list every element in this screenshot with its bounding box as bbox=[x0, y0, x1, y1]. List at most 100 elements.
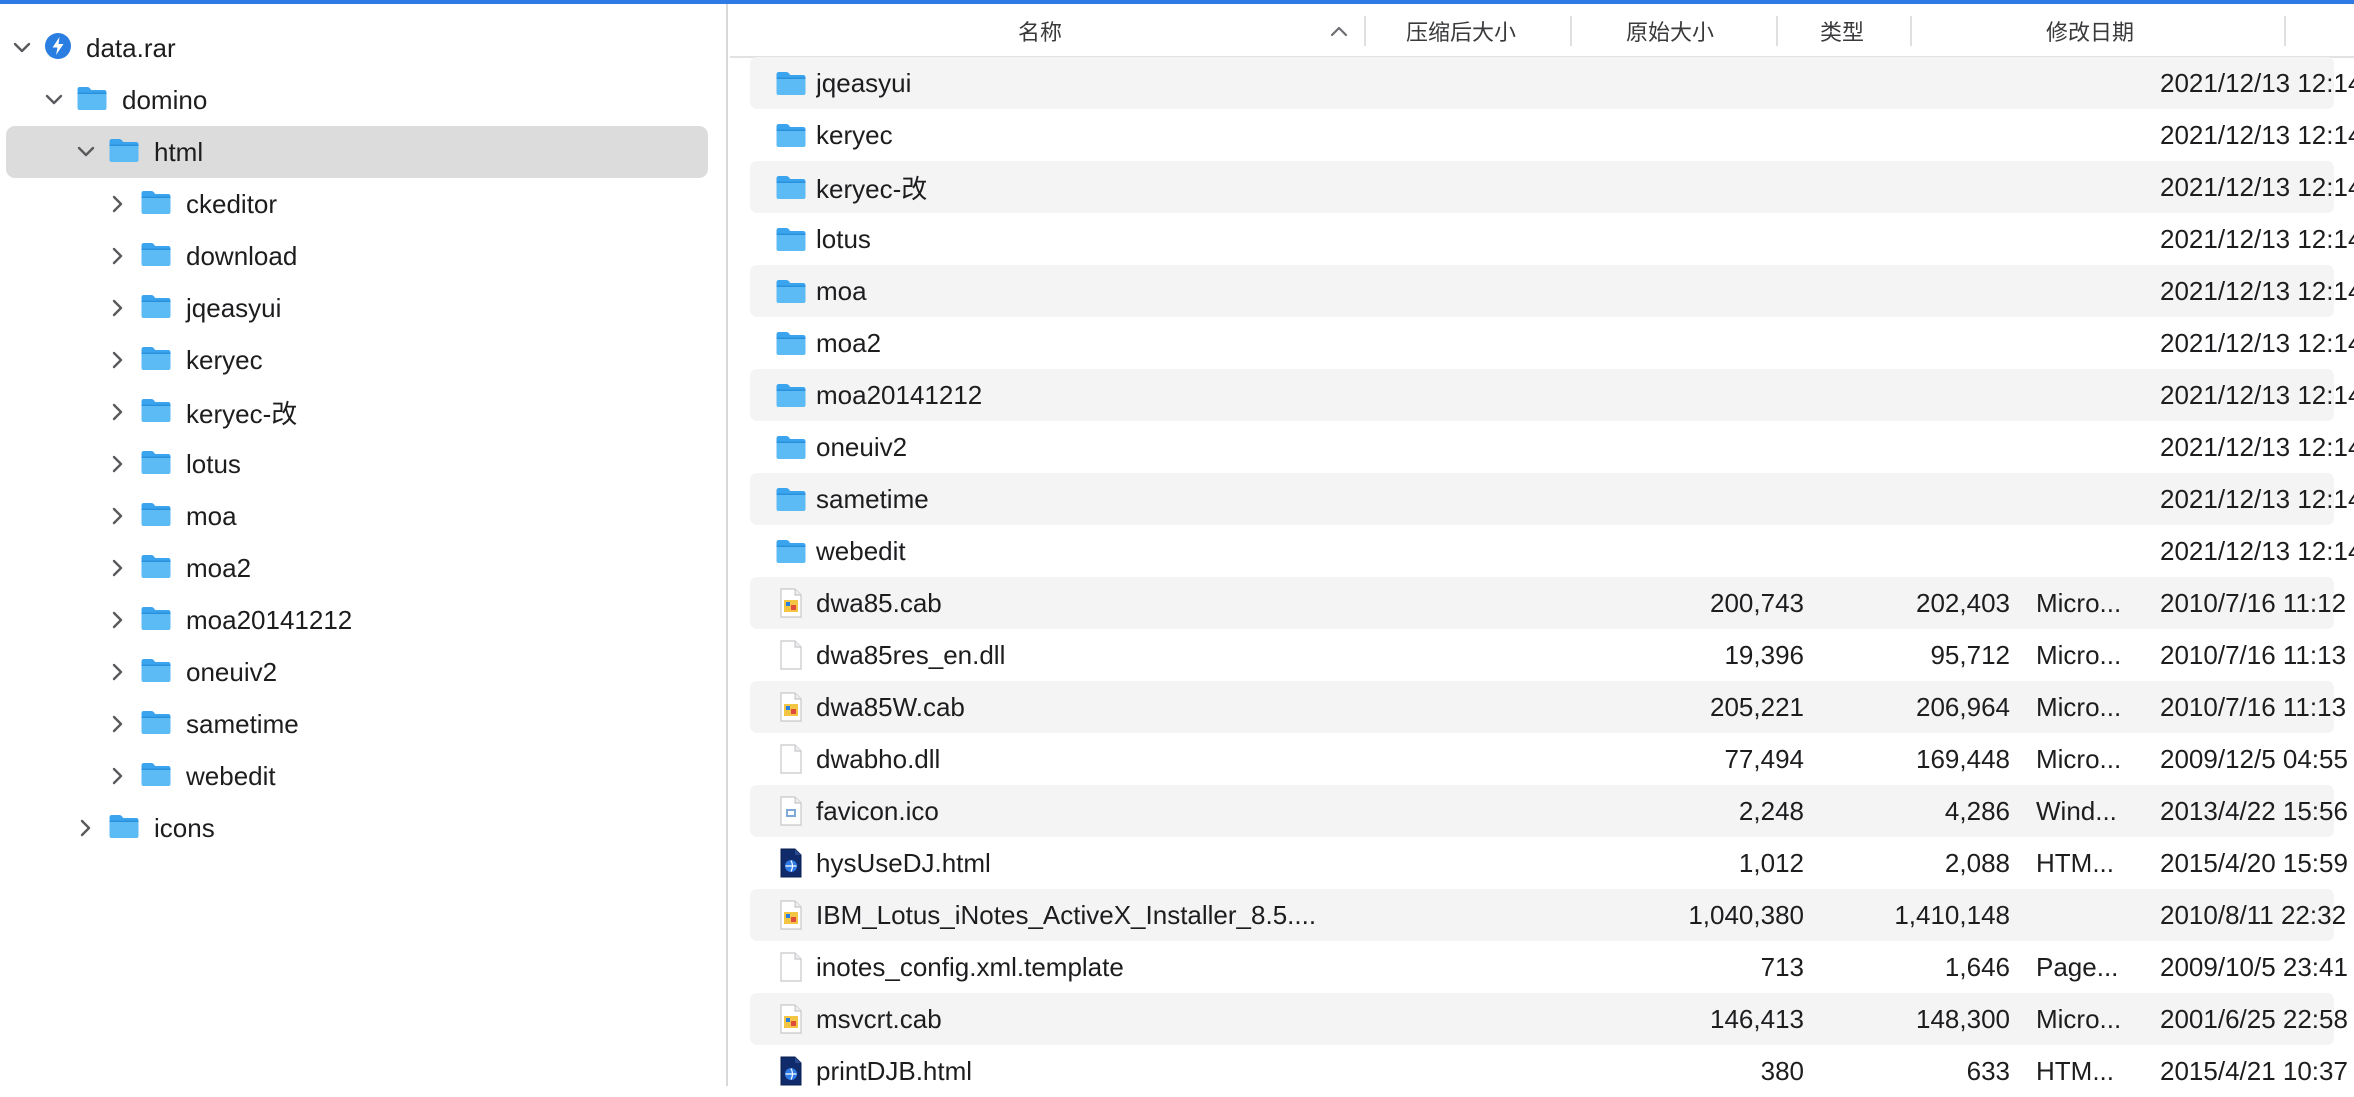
modified-date-cell: 2021/12/13 12:14 bbox=[2160, 119, 2354, 150]
sidebar-item-label: jqeasyui bbox=[186, 292, 282, 323]
folder-icon bbox=[774, 369, 808, 421]
compressed-size-cell bbox=[1510, 369, 1804, 421]
modified-date-cell: 2010/7/16 11:13 bbox=[2160, 691, 2347, 722]
table-row[interactable]: moa2 2021/12/13 12:14 bbox=[750, 317, 2354, 369]
modified-date-cell: 2015/4/21 10:37 bbox=[2160, 1055, 2348, 1086]
folder-icon bbox=[76, 85, 108, 116]
chevron-right-icon[interactable] bbox=[106, 712, 130, 736]
chevron-right-icon[interactable] bbox=[106, 296, 130, 320]
column-name-label: 名称 bbox=[1018, 20, 1063, 45]
column-divider[interactable] bbox=[2284, 16, 2286, 46]
table-row[interactable]: moa20141212 2021/12/13 12:14 bbox=[750, 369, 2354, 421]
table-row[interactable]: dwa85.cab 200,743 202,403 Micro... 2010/7/16… bbox=[750, 577, 2346, 629]
sidebar-item[interactable]: keryec bbox=[0, 334, 728, 386]
sidebar-item-label: lotus bbox=[186, 448, 241, 479]
sidebar-item[interactable]: moa2 bbox=[0, 542, 728, 594]
sidebar-item[interactable]: webedit bbox=[0, 750, 728, 802]
chevron-right-icon[interactable] bbox=[106, 244, 130, 268]
table-row[interactable]: dwa85W.cab 205,221 206,964 Micro... 2010/7/1… bbox=[750, 681, 2346, 733]
type-cell: Wind... bbox=[2036, 795, 2117, 826]
chevron-right-icon[interactable] bbox=[106, 452, 130, 476]
table-row[interactable]: dwa85res_en.dll 19,396 95,712 Micro... 2010/… bbox=[750, 629, 2346, 681]
folder-icon bbox=[774, 161, 808, 213]
original-size-cell bbox=[1810, 421, 2010, 473]
table-row[interactable]: keryec-改 2021/12/13 12:14 bbox=[750, 161, 2354, 213]
column-header: 名称 压缩后大小 原始大小 类型 修改日期 bbox=[730, 4, 2354, 58]
chevron-right-icon[interactable] bbox=[106, 764, 130, 788]
sidebar-item[interactable]: keryec-改 bbox=[0, 386, 728, 438]
modified-date-cell: 2021/12/13 12:14 bbox=[2160, 223, 2354, 254]
table-row[interactable]: oneuiv2 2021/12/13 12:14 bbox=[750, 421, 2354, 473]
column-type-header[interactable]: 类型 bbox=[1820, 4, 1880, 58]
chevron-right-icon[interactable] bbox=[106, 556, 130, 580]
table-row[interactable]: msvcrt.cab 146,413 148,300 Micro... 2001/6/2… bbox=[750, 993, 2348, 1045]
folder-icon bbox=[140, 553, 172, 584]
table-row[interactable]: favicon.ico 2,248 4,286 Wind... 2013/4/22 15… bbox=[750, 785, 2348, 837]
table-row[interactable]: lotus 2021/12/13 12:14 bbox=[750, 213, 2354, 265]
compressed-size-cell: 1,040,380 bbox=[1688, 899, 1804, 930]
sidebar-item[interactable]: data.rar bbox=[0, 22, 728, 74]
modified-date-cell: 2001/6/25 22:58 bbox=[2160, 1003, 2348, 1034]
chevron-right-icon[interactable] bbox=[106, 608, 130, 632]
column-divider[interactable] bbox=[1364, 16, 1366, 46]
table-row[interactable]: keryec 2021/12/13 12:14 bbox=[750, 109, 2354, 161]
column-compressed-header[interactable]: 压缩后大小 bbox=[1406, 4, 1586, 58]
column-divider[interactable] bbox=[1776, 16, 1778, 46]
html-file-icon bbox=[774, 1045, 808, 1097]
original-size-cell: 2,088 bbox=[1944, 847, 2010, 878]
chevron-right-icon[interactable] bbox=[106, 660, 130, 684]
sidebar-item[interactable]: icons bbox=[0, 802, 728, 854]
sidebar-item[interactable]: ckeditor bbox=[0, 178, 728, 230]
table-row[interactable]: dwabho.dll 77,494 169,448 Micro... 2009/12/5… bbox=[750, 733, 2348, 785]
modified-date-cell: 2010/8/11 22:32 bbox=[2160, 899, 2347, 930]
ico-file-icon bbox=[774, 785, 808, 837]
sidebar-item[interactable]: jqeasyui bbox=[0, 282, 728, 334]
column-modified-label: 修改日期 bbox=[2046, 20, 2135, 45]
table-row[interactable]: hysUseDJ.html 1,012 2,088 HTM... 2015/4/20 1… bbox=[750, 837, 2348, 889]
sidebar-item[interactable]: moa bbox=[0, 490, 728, 542]
table-row[interactable]: printDJB.html 380 633 HTM... 2015/4/21 10:37 bbox=[750, 1045, 2348, 1097]
sidebar-item[interactable]: lotus bbox=[0, 438, 728, 490]
sidebar-item-label: moa2 bbox=[186, 552, 252, 583]
original-size-cell: 4,286 bbox=[1944, 795, 2010, 826]
table-row[interactable]: jqeasyui 2021/12/13 12:14 bbox=[750, 57, 2354, 109]
compressed-size-cell bbox=[1510, 473, 1804, 525]
table-row[interactable]: inotes_config.xml.template 713 1,646 Page..… bbox=[750, 941, 2348, 993]
sidebar-item-label: moa20141212 bbox=[186, 604, 353, 635]
type-cell: Micro... bbox=[2036, 743, 2122, 774]
original-size-cell: 202,403 bbox=[1916, 587, 2010, 618]
table-row[interactable]: IBM_Lotus_iNotes_ActiveX_Installer_8.5..… bbox=[750, 889, 2346, 941]
column-name-header[interactable]: 名称 bbox=[1018, 4, 1108, 58]
compressed-size-cell: 713 bbox=[1760, 951, 1804, 982]
chevron-down-icon[interactable] bbox=[74, 140, 98, 164]
sidebar-item[interactable]: domino bbox=[0, 74, 728, 126]
column-original-header[interactable]: 原始大小 bbox=[1626, 4, 1746, 58]
chevron-right-icon[interactable] bbox=[106, 348, 130, 372]
sidebar-item[interactable]: download bbox=[0, 230, 728, 282]
archive-icon bbox=[44, 32, 72, 65]
compressed-size-cell: 380 bbox=[1760, 1055, 1804, 1086]
sidebar-item[interactable]: html bbox=[6, 126, 708, 178]
chevron-right-icon[interactable] bbox=[106, 504, 130, 528]
sidebar-item[interactable]: sametime bbox=[0, 698, 728, 750]
table-row[interactable]: sametime 2021/12/13 12:14 bbox=[750, 473, 2354, 525]
chevron-right-icon[interactable] bbox=[106, 400, 130, 424]
chevron-right-icon[interactable] bbox=[74, 816, 98, 840]
sidebar-item[interactable]: moa20141212 bbox=[0, 594, 728, 646]
table-row[interactable]: moa 2021/12/13 12:14 bbox=[750, 265, 2354, 317]
table-row[interactable]: webedit 2021/12/13 12:14 bbox=[750, 525, 2354, 577]
chevron-down-icon[interactable] bbox=[10, 36, 34, 60]
file-name-cell: moa20141212 bbox=[816, 379, 983, 410]
compressed-size-cell bbox=[1510, 109, 1804, 161]
chevron-down-icon[interactable] bbox=[42, 88, 66, 112]
compressed-size-cell bbox=[1510, 57, 1804, 109]
original-size-cell: 1,646 bbox=[1944, 951, 2010, 982]
blank-file-icon bbox=[774, 733, 808, 785]
chevron-right-icon[interactable] bbox=[106, 192, 130, 216]
original-size-cell: 148,300 bbox=[1916, 1003, 2010, 1034]
column-modified-header[interactable]: 修改日期 bbox=[2046, 4, 2166, 58]
column-divider[interactable] bbox=[1570, 16, 1572, 46]
column-divider[interactable] bbox=[1910, 16, 1912, 46]
chevron-up-icon[interactable] bbox=[1330, 4, 1354, 58]
sidebar-item[interactable]: oneuiv2 bbox=[0, 646, 728, 698]
